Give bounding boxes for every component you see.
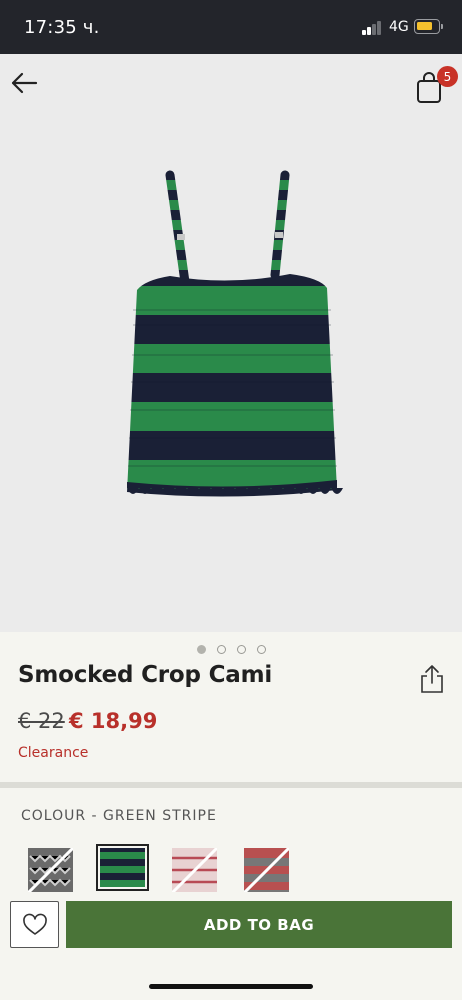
- add-to-bag-button[interactable]: ADD TO BAG: [66, 901, 452, 948]
- swatch-green-stripe[interactable]: [100, 848, 145, 893]
- colour-label: COLOUR - GREEN STRIPE: [21, 808, 217, 824]
- network-type: 4G: [389, 19, 409, 35]
- battery-icon: [414, 19, 440, 34]
- carousel-dot[interactable]: [197, 645, 206, 654]
- original-price: € 22: [18, 709, 65, 733]
- carousel-indicator: [197, 645, 266, 654]
- carousel-dot[interactable]: [237, 645, 246, 654]
- product-photo: [127, 170, 343, 497]
- swatch-green-stripe-image: [100, 848, 145, 887]
- swatch-red-grey-stripe-image: [244, 848, 289, 893]
- swatch-pink-pattern-image: [172, 848, 217, 893]
- section-divider: [0, 782, 462, 788]
- back-button[interactable]: [8, 68, 42, 98]
- swatch-grey-pattern[interactable]: [28, 848, 73, 893]
- clearance-label: Clearance: [18, 745, 89, 761]
- shopping-bag-button[interactable]: 5: [413, 64, 459, 104]
- signal-icon: [362, 21, 382, 35]
- swatch-grey-pattern-image: [28, 848, 73, 893]
- share-button[interactable]: [418, 664, 446, 694]
- carousel-dot[interactable]: [257, 645, 266, 654]
- arrow-left-icon: [11, 72, 38, 94]
- bag-count-badge: 5: [437, 66, 458, 87]
- sale-price: € 18,99: [69, 709, 158, 733]
- share-icon: [421, 665, 443, 693]
- wishlist-button[interactable]: [10, 901, 59, 948]
- home-indicator[interactable]: [149, 984, 313, 989]
- product-title: Smocked Crop Cami: [18, 662, 273, 688]
- swatch-pink-pattern[interactable]: [172, 848, 217, 893]
- swatch-red-grey-stripe[interactable]: [244, 848, 289, 893]
- carousel-dot[interactable]: [217, 645, 226, 654]
- heart-icon: [22, 913, 47, 935]
- status-bar: 17:35 ч. 4G: [0, 0, 462, 54]
- status-time: 17:35 ч.: [24, 17, 100, 38]
